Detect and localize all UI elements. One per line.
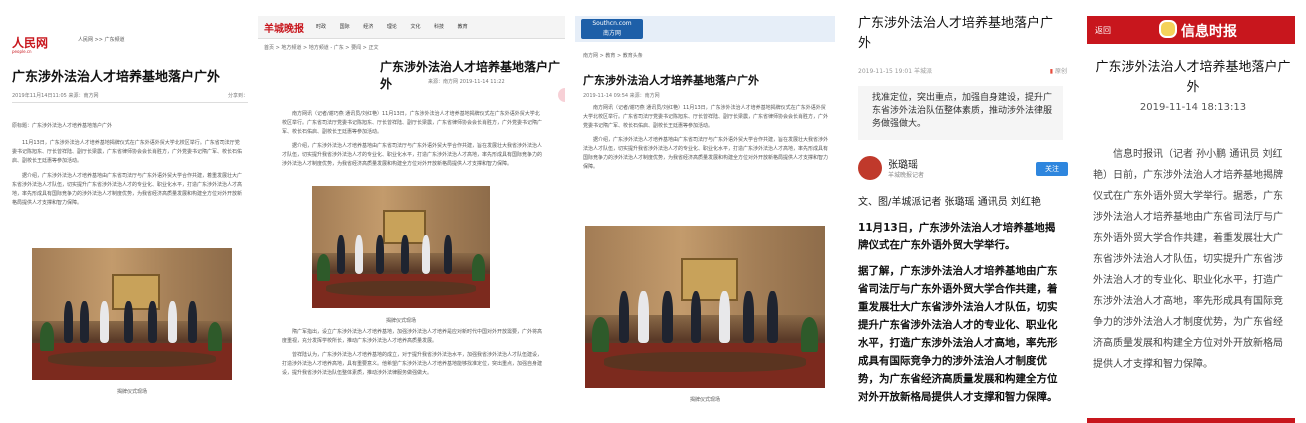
paragraph: 隋广军指出，设立广东涉外法治人才培养基地，加强涉外法治人才培养是应对新时代中国对… <box>282 329 543 344</box>
breadcrumb[interactable]: 首页 > 地方频道 > 地方频道 - 广东 > 要闻 > 正文 <box>264 44 378 51</box>
follow-button[interactable]: 关注 <box>1036 162 1068 176</box>
ycwb-logo[interactable]: 羊城晚报 <box>264 20 304 35</box>
date-source: 2019年11月14日11:05 来源：南方网 <box>12 93 99 99</box>
southcn-logo[interactable]: Southcn.com 南方网 <box>581 19 643 39</box>
nav-item[interactable]: 文化 <box>410 24 420 30</box>
brand-name: 信息时报 <box>1181 24 1237 40</box>
photo-caption: 揭牌仪式现场 <box>689 397 720 403</box>
article-title: 广东涉外法治人才培养基地落户广外 <box>380 60 561 91</box>
nav-item[interactable]: 时政 <box>316 24 326 30</box>
photo-caption: 揭牌仪式现场 <box>116 389 147 395</box>
original-icon: ▮ <box>1049 68 1054 75</box>
photo-caption: 揭牌仪式现场 <box>385 318 416 324</box>
breadcrumb[interactable]: 南方网 > 教育 > 教育头条 <box>583 52 643 59</box>
article-title: 广东涉外法治人才培养基地落户广外 <box>858 16 1054 51</box>
nav-item[interactable]: 经济 <box>363 24 373 30</box>
article-title: 广东涉外法治人才培养基地落户广外 <box>583 74 759 87</box>
article-title: 广东涉外法治人才培养基地落户广外 <box>12 70 221 85</box>
paragraph: 据介绍，广东涉外法治人才培养基地由广东省司法厅与广东外语外贸大学合作共建，着重发… <box>12 173 243 206</box>
article-body: 南方网讯（记者/谢巧燕 通讯员/刘红艳）11月13日，广东涉外法治人才培养基地揭… <box>583 104 829 177</box>
original-label: 原创 <box>1054 68 1067 75</box>
nav-item[interactable]: 理论 <box>387 24 397 30</box>
byline: 文、图/羊城派记者 张璐瑶 通讯员 刘红艳 <box>858 197 1041 208</box>
top-bar: 返回 信息时报 <box>1087 16 1295 44</box>
paragraph: 11月13日，广东涉外法治人才培养基地揭牌仪式在广东外语外贸大学北校区举行。广东… <box>12 140 243 164</box>
paragraph: 据了解，广东涉外法治人才培养基地由广东省司法厅与广东外语外贸大学合作共建，着重发… <box>858 265 1058 403</box>
southcn-article-panel: Southcn.com 南方网 南方网 > 教育 > 教育头条 广东涉外法治人才… <box>575 0 835 423</box>
article-date: 2019-11-14 18:13:13 <box>1139 102 1247 113</box>
paragraph: 信息时报讯（记者 孙小鹏 通讯员 刘红艳）日前，广东涉外法治人才培养基地揭牌仪式… <box>1093 149 1283 370</box>
bottom-bar <box>1087 418 1295 423</box>
author-name[interactable]: 张璐瑶 <box>888 156 918 171</box>
article-meta: 2019-11-14 09:54 来源：南方网 <box>583 93 660 99</box>
ceremony-photo <box>32 248 232 380</box>
origin-title: 原标题：广东涉外法治人才培养基地落户广外 <box>12 123 113 129</box>
summary-box: 找准定位，突出重点，加强自身建设，提升广东省涉外法治队伍整体素质，推动涉外法律服… <box>858 86 1063 140</box>
author-title: 羊城晚报记者 <box>888 172 925 179</box>
breadcrumb[interactable]: 人民网 >> 广东频道 <box>78 36 125 43</box>
site-header: Southcn.com 南方网 <box>575 16 835 42</box>
paragraph: 南方网讯（记者/谢巧燕 通讯员/刘红艳）11月13日，广东涉外法治人才培养基地揭… <box>583 105 829 129</box>
back-button[interactable]: 返回 <box>1095 25 1111 36</box>
southcn-logo-sub: 南方网 <box>602 30 621 37</box>
paragraph: 据介绍，广东涉外法治人才培养基地由广东省司法厅与广东外语外贸大学合作共建，旨在发… <box>583 137 829 170</box>
xxsb-mobile-panel: 返回 信息时报 广东涉外法治人才培养基地落户广外 2019-11-14 18:1… <box>1083 0 1306 423</box>
article-body-continued: 隋广军指出，设立广东涉外法治人才培养基地，加强涉外法治人才培养是应对新时代中国对… <box>282 328 544 383</box>
ycwb-article-panel: 羊城晚报 时政 国际 经济 理论 文化 科技 教育 首页 > 地方频道 > 地方… <box>258 0 565 423</box>
ycp-mobile-panel: 广东涉外法治人才培养基地落户广外 2019-11-15 19:01 羊城派 ▮ … <box>842 0 1075 423</box>
people-article-panel: 人民网 people.cn 人民网 >> 广东频道 广东涉外法治人才培养基地落户… <box>0 0 250 423</box>
share-link[interactable]: 分享到： <box>228 92 248 99</box>
nav-item[interactable]: 教育 <box>458 24 468 30</box>
original-badge: ▮ 原创 <box>1050 66 1067 75</box>
people-logo-text: 人民网 <box>12 36 49 50</box>
author-avatar[interactable] <box>858 156 882 180</box>
article-meta: 2019-11-15 19:01 羊城派 <box>858 68 932 75</box>
site-header: 羊城晚报 时政 国际 经济 理论 文化 科技 教育 <box>258 16 565 39</box>
article-meta: 来源：南方网 2019-11-14 11:22 <box>428 79 505 85</box>
nav-item[interactable]: 国际 <box>340 24 350 30</box>
paragraph: 南方网讯（记者/谢巧燕 通讯员/刘红艳）11月13日，广东涉外法治人才培养基地揭… <box>282 111 543 135</box>
article-title: 广东涉外法治人才培养基地落户广外 <box>1095 60 1291 95</box>
nav-item[interactable]: 科技 <box>434 24 444 30</box>
brand-logo: 信息时报 <box>1159 20 1237 42</box>
people-logo[interactable]: 人民网 people.cn <box>12 32 62 54</box>
paragraph: 曾祥陆认为，广东涉外法治人才培养基地的成立，对于提升我省涉外法治水平，加强我省涉… <box>282 352 543 376</box>
seal-icon <box>1159 20 1177 38</box>
article-body: 南方网讯（记者/谢巧燕 通讯员/刘红艳）11月13日，广东涉外法治人才培养基地揭… <box>282 110 544 174</box>
paragraph: 据介绍，广东涉外法治人才培养基地由广东省司法厅与广东外语外贸大学合作共建，旨在发… <box>282 143 543 167</box>
article-meta: 2019年11月14日11:05 来源：南方网 分享到： <box>12 92 248 103</box>
southcn-logo-text: Southcn.com <box>592 20 632 27</box>
article-body: 原标题：广东涉外法治人才培养基地落户广外 11月13日，广东涉外法治人才培养基地… <box>12 122 244 214</box>
side-float-icon[interactable] <box>558 88 565 102</box>
top-nav: 时政 国际 经济 理论 文化 科技 教育 <box>316 23 480 30</box>
ceremony-photo <box>312 186 490 308</box>
ceremony-photo <box>585 226 825 388</box>
lead-paragraph: 11月13日，广东涉外法治人才培养基地揭牌仪式在广东外语外贸大学举行。 <box>858 222 1056 251</box>
